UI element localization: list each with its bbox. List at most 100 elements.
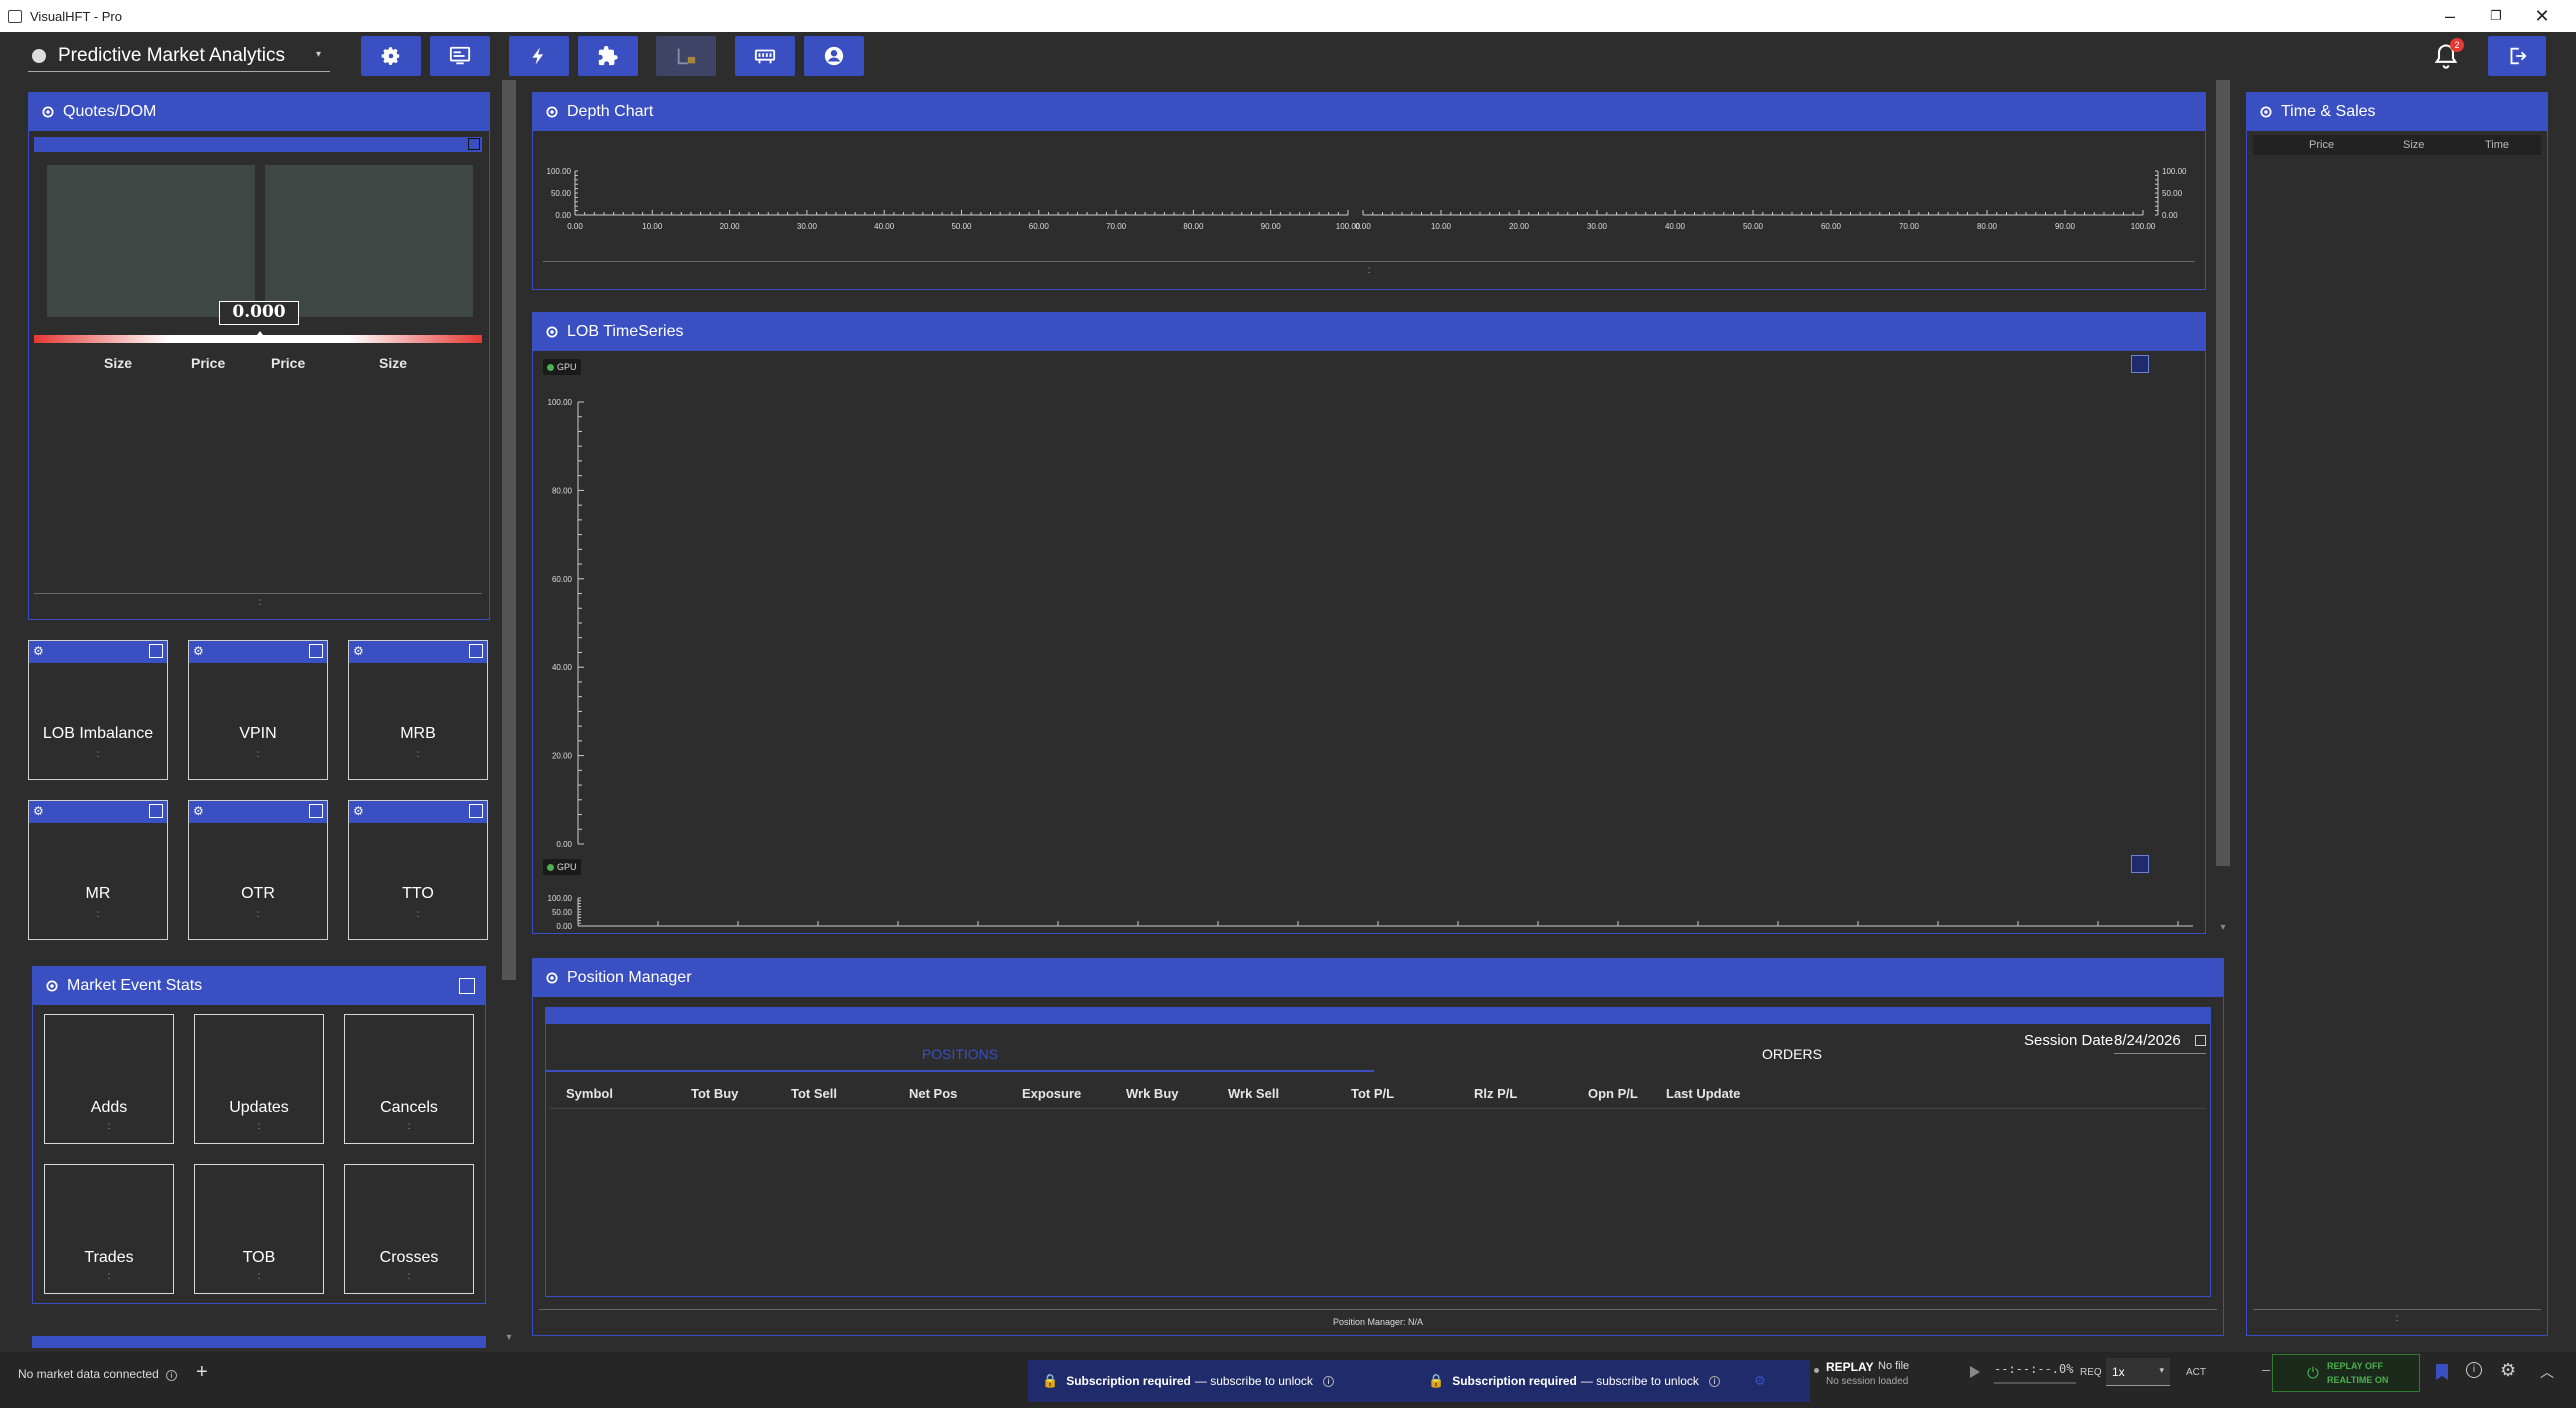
popout-icon[interactable]	[2131, 355, 2149, 373]
event-stat-tile[interactable]: TOB :	[194, 1164, 324, 1294]
notification-badge: 2	[2450, 38, 2464, 52]
gear-icon[interactable]: ⚙	[1754, 1373, 1766, 1389]
event-stat-tile[interactable]: Crosses :	[344, 1164, 474, 1294]
plugins-button[interactable]	[578, 36, 638, 76]
play-icon[interactable]	[1970, 1366, 1980, 1378]
speed-value: 1x	[2112, 1365, 2125, 1379]
pm-column-header[interactable]: Wrk Buy	[1126, 1086, 1179, 1101]
chevron-up-icon[interactable]: ︿	[2540, 1362, 2554, 1382]
popout-icon[interactable]	[468, 138, 480, 150]
gear-icon[interactable]	[545, 325, 559, 339]
gear-icon[interactable]	[2259, 105, 2273, 119]
monitor-button[interactable]	[430, 36, 490, 76]
notifications-button[interactable]: 2	[2432, 38, 2464, 72]
gear-icon[interactable]: ⚙	[2500, 1360, 2516, 1381]
gear-icon[interactable]: ⚙	[353, 804, 364, 818]
event-stat-label: Updates	[229, 1099, 289, 1116]
position-manager-title: Position Manager	[567, 969, 692, 986]
gear-icon[interactable]: ⚙	[33, 644, 44, 658]
gear-icon[interactable]	[545, 971, 559, 985]
layout-select[interactable]: Predictive Market Analytics ▾	[28, 40, 330, 72]
subscription-banner-2[interactable]: 🔒 Subscription required — subscribe to u…	[1344, 1360, 1810, 1402]
gear-icon[interactable]: ⚙	[353, 644, 364, 658]
pm-column-header[interactable]: Tot Buy	[691, 1086, 738, 1101]
tab-positions[interactable]: POSITIONS	[546, 1036, 1374, 1072]
pm-column-header[interactable]: Symbol	[566, 1086, 613, 1101]
event-stat-tile[interactable]: Updates :	[194, 1014, 324, 1144]
chart-icon[interactable]	[309, 644, 323, 658]
pm-column-header[interactable]: Tot Sell	[791, 1086, 837, 1101]
subscription-banner-1[interactable]: 🔒 Subscription required — subscribe to u…	[1028, 1360, 1344, 1402]
server-button[interactable]	[735, 36, 795, 76]
calendar-icon[interactable]	[2195, 1035, 2206, 1046]
info-icon[interactable]: i	[1322, 1375, 1334, 1387]
user-button[interactable]	[804, 36, 864, 76]
scroll-down-icon[interactable]: ▾	[2216, 922, 2230, 936]
gear-icon	[381, 47, 400, 65]
gear-icon[interactable]	[45, 979, 59, 993]
pm-column-header[interactable]: Last Update	[1666, 1086, 1740, 1101]
pm-column-header[interactable]: Wrk Sell	[1228, 1086, 1279, 1101]
gear-icon[interactable]: ⚙	[33, 804, 44, 818]
study-tile[interactable]: ⚙ TTO :	[348, 800, 488, 940]
replay-progress[interactable]	[1994, 1382, 2076, 1384]
divider	[2253, 1309, 2541, 1310]
add-connection-button[interactable]: +	[196, 1361, 208, 1384]
center-scrollbar[interactable]	[2216, 80, 2230, 866]
pm-column-header[interactable]: Opn P/L	[1588, 1086, 1638, 1101]
study-tile[interactable]: ⚙ VPIN :	[188, 640, 328, 780]
pm-column-header[interactable]: Exposure	[1022, 1086, 1081, 1101]
study-tile[interactable]: ⚙ LOB Imbalance :	[28, 640, 168, 780]
study-tile-header	[349, 641, 487, 663]
study-tile-label: LOB Imbalance	[42, 725, 154, 742]
resize-handle[interactable]: :	[533, 265, 2205, 276]
event-stat-tile[interactable]: Adds :	[44, 1014, 174, 1144]
replay-session: No session loaded	[1826, 1376, 1909, 1387]
gear-icon[interactable]	[41, 105, 55, 119]
info-icon[interactable]: i	[2466, 1362, 2482, 1378]
x-tick-label: 100.00	[2131, 222, 2156, 231]
locked-report-button[interactable]	[656, 36, 716, 76]
settings-button[interactable]	[361, 36, 421, 76]
chart-icon[interactable]	[149, 644, 163, 658]
col-bid-price: Price	[191, 355, 226, 371]
pm-column-header[interactable]: Rlz P/L	[1474, 1086, 1517, 1101]
study-tile[interactable]: ⚙ MRB :	[348, 640, 488, 780]
replay-toggle-button[interactable]: ⏻ REPLAY OFF REALTIME ON	[2272, 1354, 2420, 1392]
pm-column-header[interactable]: Tot P/L	[1351, 1086, 1394, 1101]
gear-icon[interactable]: ⚙	[193, 644, 204, 658]
info-icon[interactable]: i	[1708, 1375, 1720, 1387]
info-icon[interactable]: i	[166, 1370, 178, 1381]
restore-icon[interactable]: ❐	[2476, 4, 2516, 28]
chart-icon[interactable]	[459, 978, 475, 994]
pm-column-header[interactable]: Net Pos	[909, 1086, 957, 1101]
event-stat-label: Trades	[84, 1249, 134, 1266]
power-icon: ⏻	[2307, 1364, 2319, 1382]
chart-icon[interactable]	[149, 804, 163, 818]
scroll-down-icon[interactable]: ▾	[502, 1332, 516, 1346]
chart-icon[interactable]	[469, 644, 483, 658]
close-icon[interactable]: ✕	[2522, 4, 2562, 28]
logout-button[interactable]	[2488, 36, 2546, 76]
gear-icon[interactable]: ⚙	[193, 804, 204, 818]
chart-icon[interactable]	[469, 804, 483, 818]
position-mini-header	[546, 1008, 2210, 1024]
session-date-input[interactable]: 8/24/2026	[2114, 1028, 2206, 1054]
replay-off-label: REPLAY OFF	[2327, 1361, 2384, 1371]
event-stat-tile[interactable]: Trades :	[44, 1164, 174, 1294]
study-tile[interactable]: ⚙ MR :	[28, 800, 168, 940]
event-stat-tile[interactable]: Cancels :	[344, 1014, 474, 1144]
gear-icon[interactable]	[545, 105, 559, 119]
study-tile[interactable]: ⚙ OTR :	[188, 800, 328, 940]
quotes-dom-header: Quotes/DOM	[29, 93, 489, 131]
status-dot	[547, 364, 554, 371]
minimize-icon[interactable]: –	[2430, 4, 2470, 28]
study-tile-label: OTR	[241, 885, 275, 902]
study-tile-label: TTO	[402, 885, 434, 902]
speed-select[interactable]: 1x ▾	[2106, 1358, 2170, 1386]
flash-button[interactable]	[509, 36, 569, 76]
resize-handle[interactable]: :	[29, 597, 491, 608]
chart-icon[interactable]	[309, 804, 323, 818]
resize-handle[interactable]: :	[2247, 1313, 2547, 1324]
left-scrollbar[interactable]	[502, 80, 516, 980]
